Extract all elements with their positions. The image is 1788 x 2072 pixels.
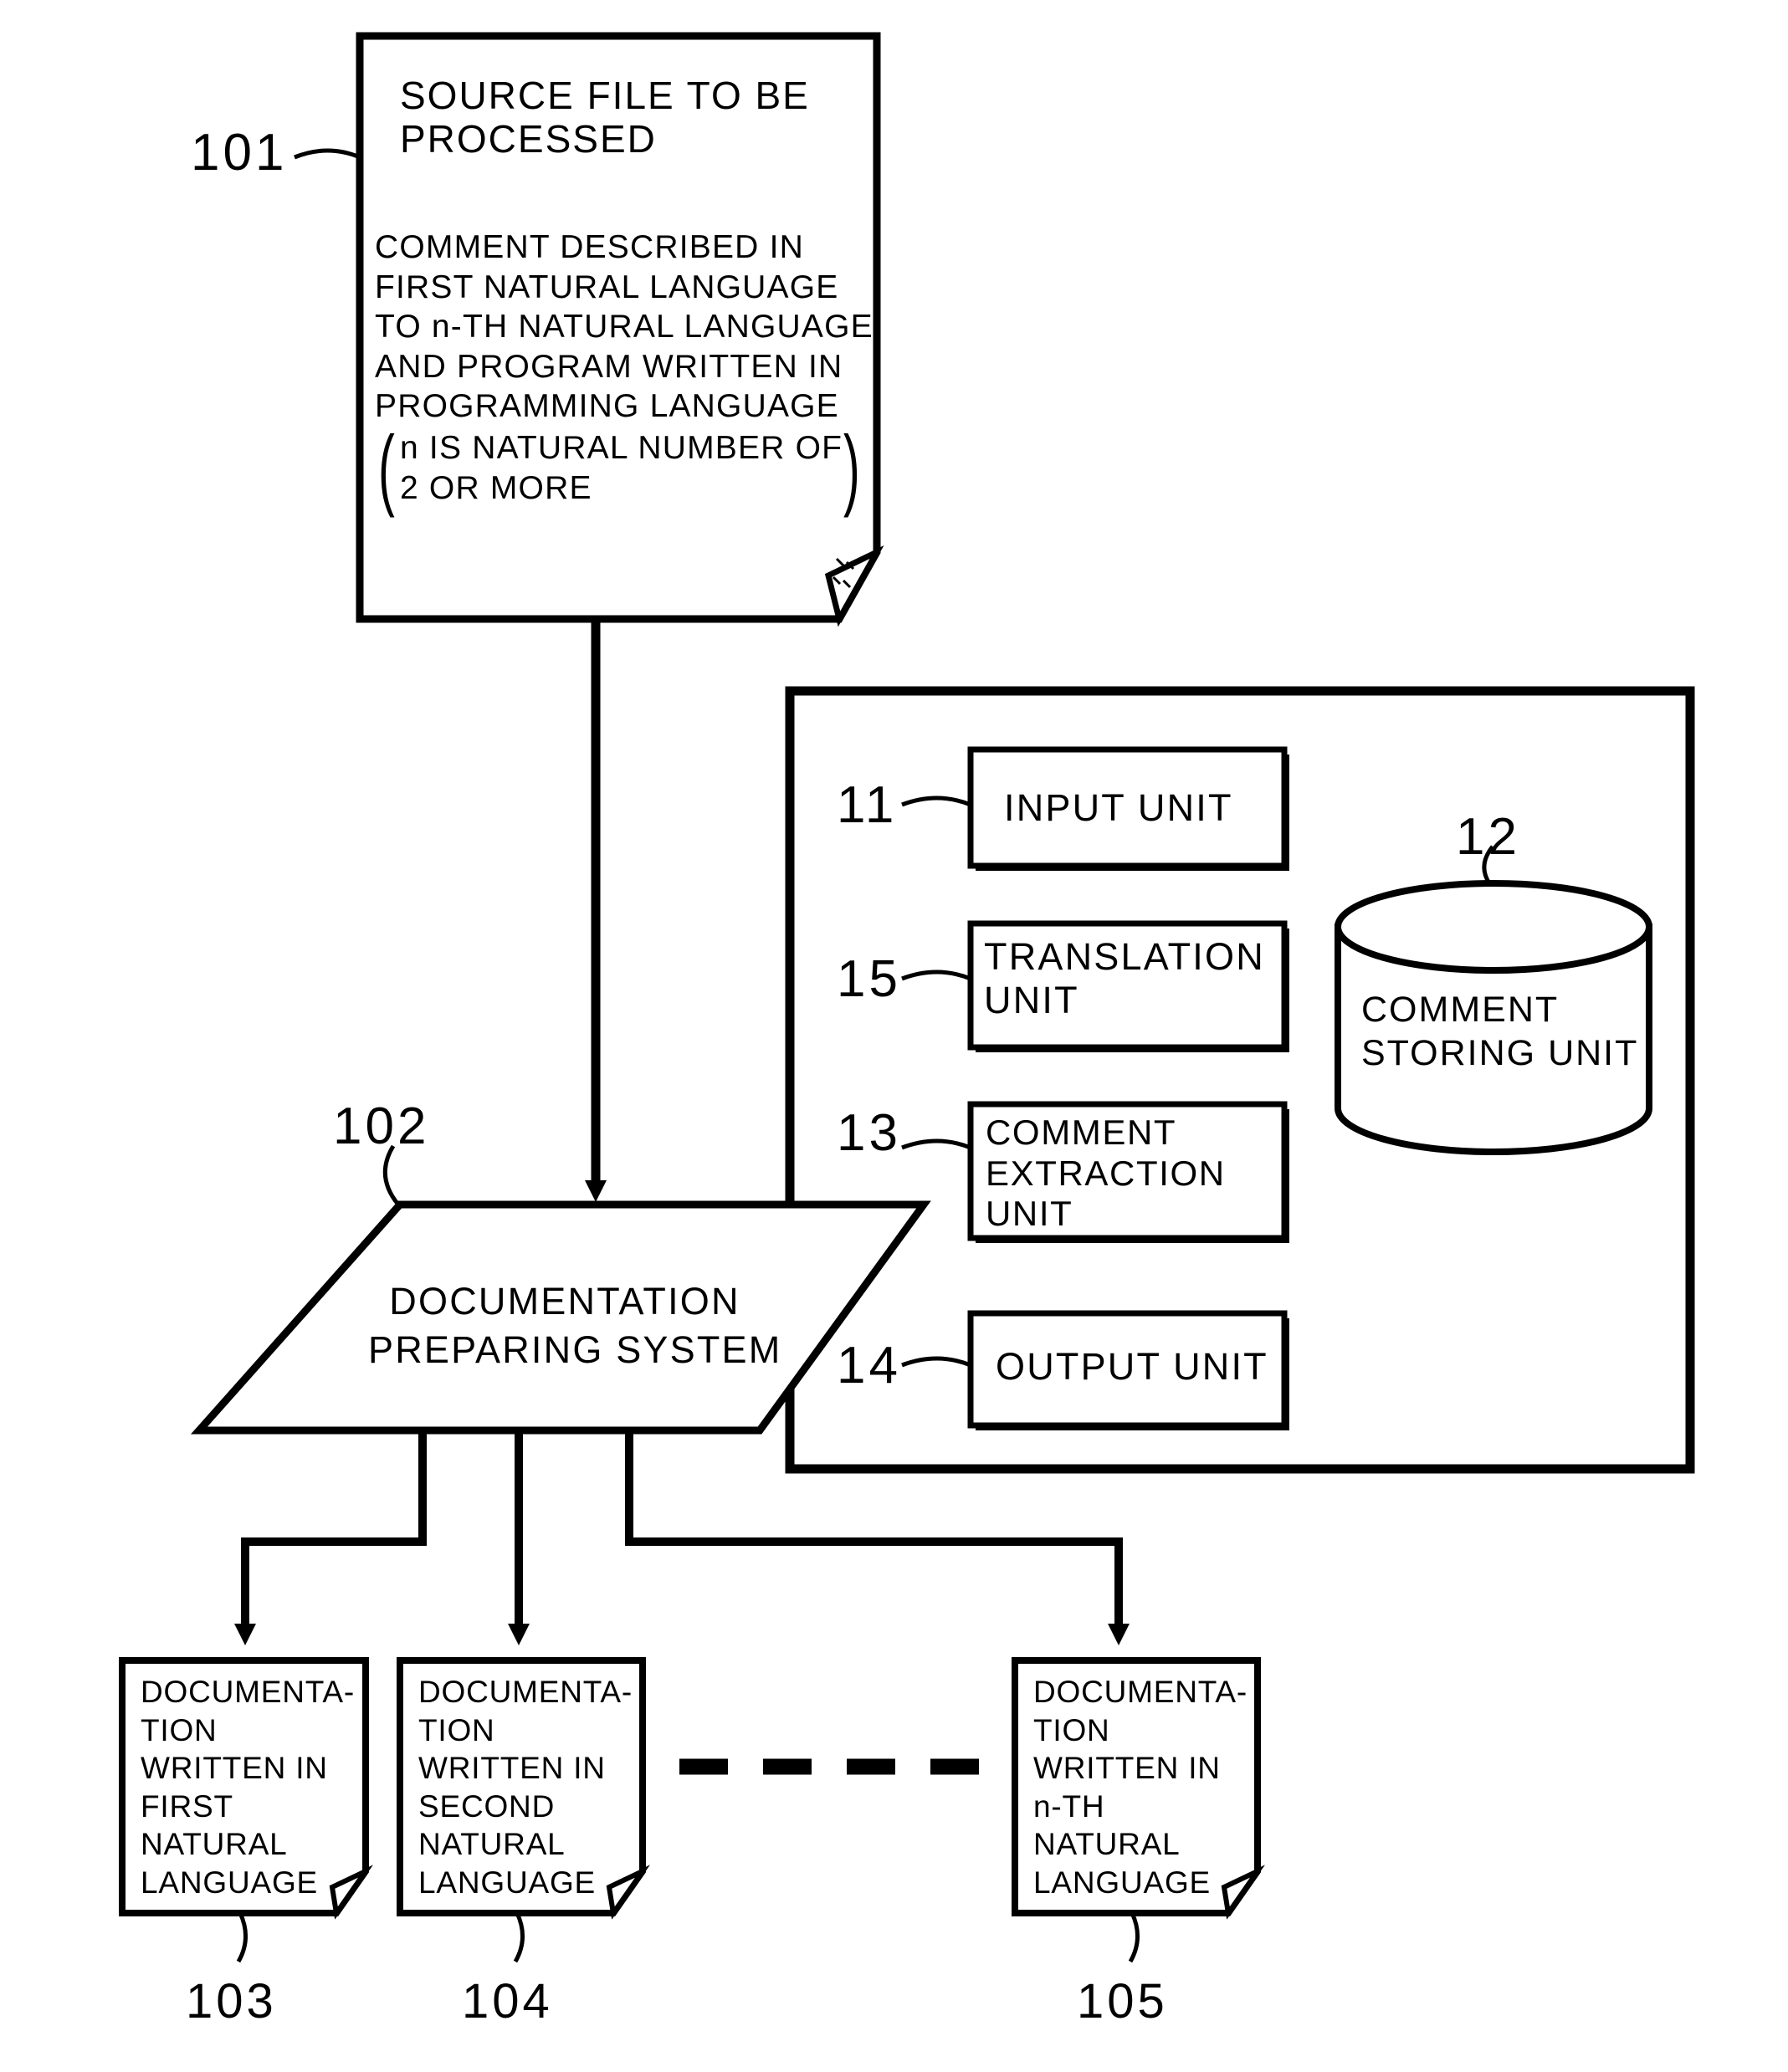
ref-leader-103: [236, 1911, 248, 1963]
source-file-note: n IS NATURAL NUMBER OF 2 OR MORE: [400, 430, 843, 506]
ref-leader-105: [1128, 1911, 1140, 1963]
ref-number-101: 101: [191, 124, 288, 182]
ref-leader-14: [901, 1356, 971, 1368]
ref-number-105: 105: [1077, 1974, 1168, 2029]
doc-104-label: DOCUMENTA- TION WRITTEN IN SECOND NATURA…: [418, 1675, 633, 1900]
ref-leader-15: [901, 969, 971, 981]
doc-103-label: DOCUMENTA- TION WRITTEN IN FIRST NATURAL…: [141, 1675, 356, 1900]
output-unit-label: OUTPUT UNIT: [996, 1345, 1268, 1388]
ref-leader-104: [513, 1911, 525, 1963]
ref-leader-101: [294, 148, 361, 160]
arrow-system-to-doc-103: [234, 1430, 427, 1645]
ref-number-11: 11: [837, 776, 898, 834]
arrow-system-to-doc-105: [625, 1430, 1130, 1645]
comment-storing-unit-label: COMMENT STORING UNIT: [1361, 990, 1639, 1073]
ref-number-13: 13: [837, 1104, 901, 1162]
source-file-note-close-paren: ): [843, 417, 860, 518]
source-file-title: SOURCE FILE TO BE PROCESSED: [400, 74, 810, 161]
ref-number-103: 103: [186, 1974, 277, 2029]
input-unit-label: INPUT UNIT: [1004, 786, 1233, 829]
source-file-body: COMMENT DESCRIBED IN FIRST NATURAL LANGU…: [375, 229, 874, 425]
source-file-note-open-paren: (: [378, 417, 395, 518]
ref-number-15: 15: [837, 950, 901, 1008]
ref-number-102: 102: [333, 1097, 430, 1155]
ref-number-104: 104: [462, 1974, 553, 2029]
ref-number-12: 12: [1456, 808, 1520, 866]
comment-extraction-unit-label: COMMENT EXTRACTION UNIT: [986, 1113, 1226, 1234]
documentation-preparing-system-label: DOCUMENTATION PREPARING SYSTEM: [368, 1280, 782, 1371]
ref-number-14: 14: [837, 1337, 901, 1394]
ref-leader-13: [901, 1138, 971, 1150]
figure-canvas: 101 SOURCE FILE TO BE PROCESSED COMMENT …: [0, 0, 1788, 2072]
doc-105-label: DOCUMENTA- TION WRITTEN IN n-TH NATURAL …: [1033, 1675, 1248, 1900]
translation-unit-label: TRANSLATION UNIT: [984, 935, 1265, 1022]
ref-leader-11: [901, 796, 971, 807]
